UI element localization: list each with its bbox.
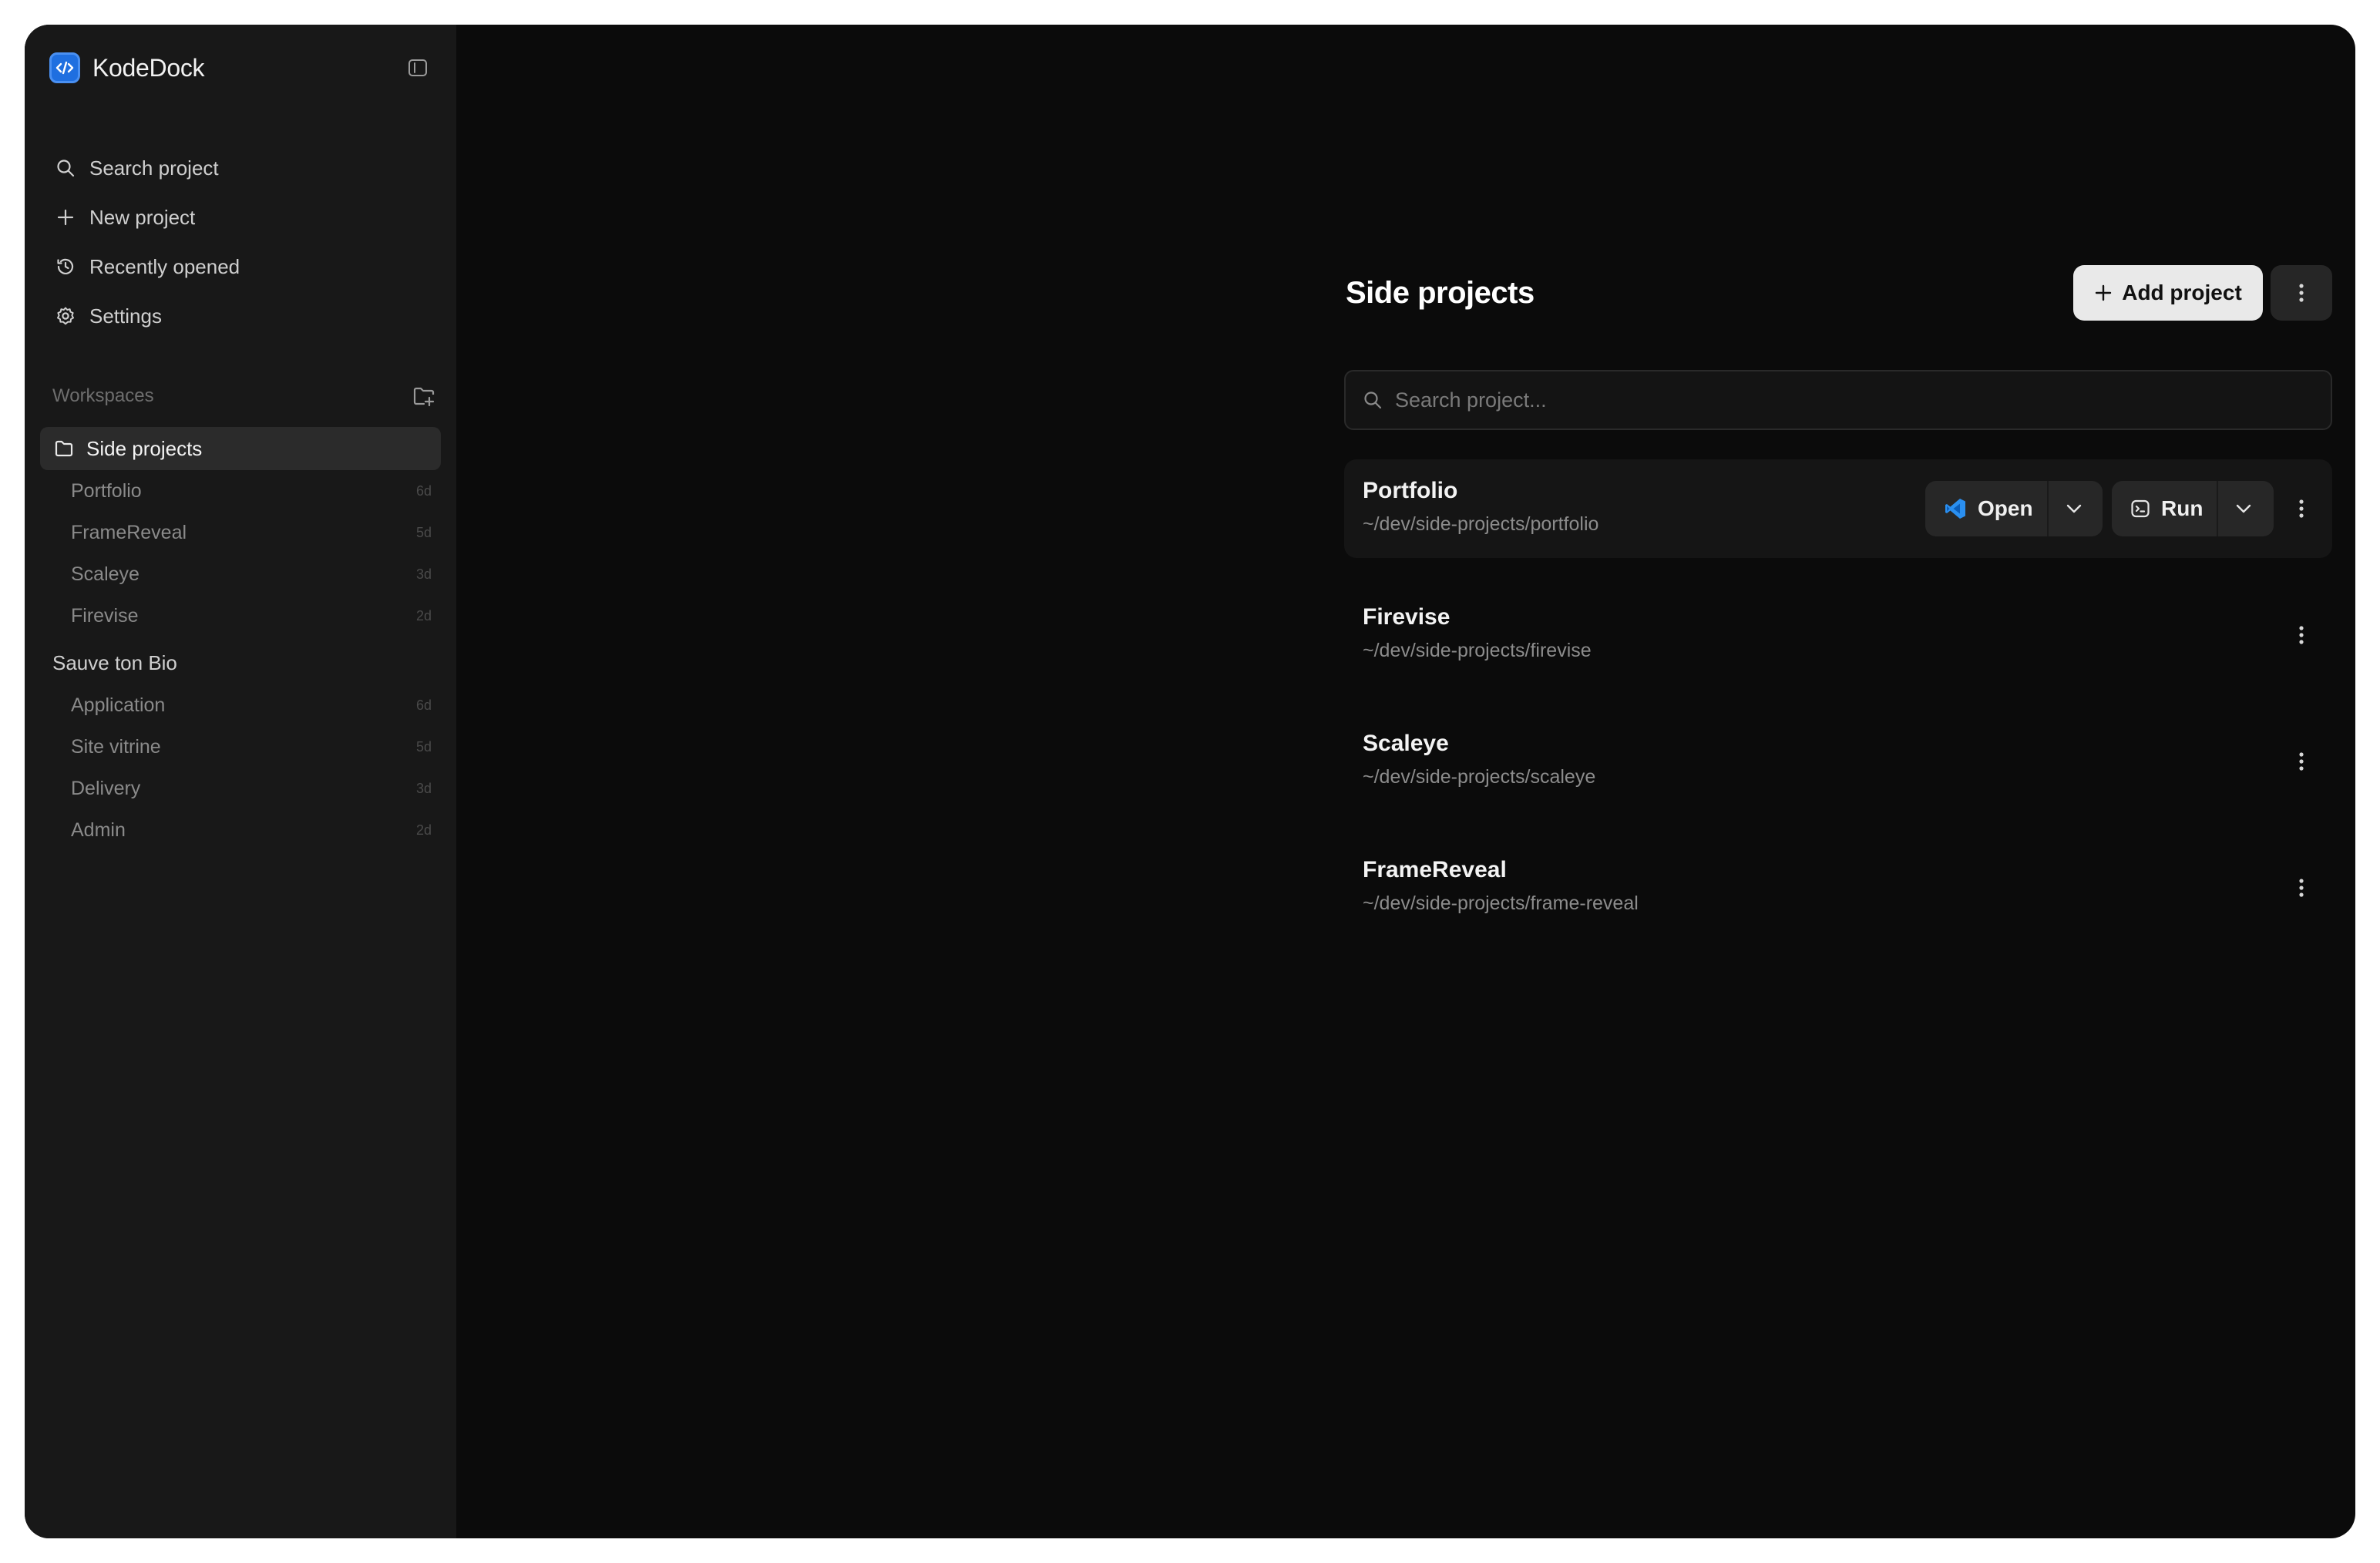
- more-options-icon[interactable]: [2283, 743, 2320, 780]
- project-label: Delivery: [71, 777, 141, 799]
- sidebar-toggle-icon[interactable]: [402, 52, 433, 83]
- nav-search-project[interactable]: Search project: [40, 143, 441, 193]
- project-name: Scaleye: [1363, 731, 1449, 756]
- workspace-project-item[interactable]: Delivery 3d: [40, 768, 441, 809]
- search-input[interactable]: [1393, 387, 2244, 413]
- project-path: ~/dev/side-projects/portfolio: [1363, 513, 1599, 535]
- project-label: Admin: [71, 818, 126, 841]
- project-age: 2d: [415, 607, 432, 624]
- sidebar-nav: Search project New project Recently open…: [40, 143, 441, 341]
- more-options-icon[interactable]: [2283, 869, 2320, 906]
- project-row[interactable]: Scaleye ~/dev/side-projects/scaleye: [1344, 712, 2332, 811]
- run-label: Run: [2161, 496, 2204, 520]
- nav-settings[interactable]: Settings: [40, 291, 441, 341]
- plus-icon: [2094, 284, 2113, 302]
- gear-icon: [54, 304, 77, 328]
- more-options-icon[interactable]: [2271, 265, 2332, 321]
- search-icon: [1363, 390, 1383, 410]
- project-age: 5d: [415, 738, 432, 755]
- workspace-project-item[interactable]: Admin 2d: [40, 809, 441, 851]
- project-row[interactable]: Firevise ~/dev/side-projects/firevise: [1344, 586, 2332, 684]
- more-options-icon[interactable]: [2283, 490, 2320, 527]
- project-row[interactable]: Portfolio ~/dev/side-projects/portfolio …: [1344, 459, 2332, 558]
- main-content: Side projects Add project Portfolio ~/de…: [456, 25, 2355, 1538]
- open-label: Open: [1978, 496, 2033, 520]
- workspace-project-item[interactable]: Firevise 2d: [40, 595, 441, 637]
- project-age: 6d: [415, 697, 432, 713]
- project-list: Portfolio ~/dev/side-projects/portfolio …: [1344, 459, 2332, 965]
- workspace-project-item[interactable]: Application 6d: [40, 684, 441, 726]
- chevron-down-icon[interactable]: [2218, 481, 2269, 536]
- search-icon: [54, 156, 77, 180]
- nav-recently-opened[interactable]: Recently opened: [40, 242, 441, 291]
- project-label: Application: [71, 694, 166, 716]
- project-name: Portfolio: [1363, 478, 1458, 503]
- page-title: Side projects: [1346, 276, 1535, 310]
- nav-label: Search project: [89, 156, 219, 180]
- project-name: FrameReveal: [1363, 857, 1507, 882]
- project-label: Portfolio: [71, 479, 142, 502]
- add-folder-icon[interactable]: [410, 382, 438, 410]
- nav-label: New project: [89, 205, 196, 229]
- workspace-groups: Side projects Portfolio 6d FrameReveal 5…: [40, 427, 441, 851]
- project-age: 3d: [415, 780, 432, 796]
- project-age: 3d: [415, 566, 432, 582]
- code-logo-icon: [49, 52, 80, 83]
- folder-icon: [52, 437, 76, 460]
- workspace-label: Side projects: [86, 436, 203, 460]
- brand[interactable]: KodeDock: [49, 51, 205, 85]
- terminal-icon: [2130, 499, 2150, 519]
- project-label: Firevise: [71, 604, 139, 627]
- project-label: FrameReveal: [71, 521, 187, 543]
- workspaces-title: Workspaces: [52, 385, 154, 406]
- project-search[interactable]: [1344, 370, 2332, 430]
- run-split-button: Run: [2112, 481, 2274, 536]
- project-age: 6d: [415, 482, 432, 499]
- vscode-icon: [1944, 497, 1967, 520]
- workspace-project-item[interactable]: Site vitrine 5d: [40, 726, 441, 768]
- project-label: Site vitrine: [71, 735, 161, 758]
- more-options-icon[interactable]: [2283, 617, 2320, 654]
- workspace-label: Sauve ton Bio: [52, 650, 177, 674]
- project-name: Firevise: [1363, 604, 1451, 630]
- project-age: 2d: [415, 822, 432, 838]
- workspace-project-item[interactable]: Portfolio 6d: [40, 470, 441, 512]
- workspace-project-item[interactable]: FrameReveal 5d: [40, 512, 441, 553]
- add-project-label: Add project: [2122, 281, 2242, 304]
- run-button[interactable]: Run: [2112, 481, 2217, 536]
- chevron-down-icon[interactable]: [2049, 481, 2099, 536]
- open-split-button: Open: [1925, 481, 2103, 536]
- project-row[interactable]: FrameReveal ~/dev/side-projects/frame-re…: [1344, 839, 2332, 937]
- workspace-side-projects[interactable]: Side projects: [40, 427, 441, 470]
- nav-new-project[interactable]: New project: [40, 193, 441, 242]
- history-icon: [54, 255, 77, 278]
- add-project-button[interactable]: Add project: [2073, 265, 2263, 321]
- app-window: KodeDock Search project New project Rece…: [25, 25, 2355, 1538]
- project-age: 5d: [415, 524, 432, 540]
- open-button[interactable]: Open: [1925, 481, 2047, 536]
- project-path: ~/dev/side-projects/scaleye: [1363, 766, 1596, 788]
- plus-icon: [54, 206, 77, 229]
- project-path: ~/dev/side-projects/frame-reveal: [1363, 892, 1639, 914]
- sidebar: KodeDock Search project New project Rece…: [25, 25, 456, 1538]
- project-path: ~/dev/side-projects/firevise: [1363, 640, 1592, 661]
- app-name: KodeDock: [92, 53, 205, 82]
- nav-label: Settings: [89, 304, 162, 328]
- project-label: Scaleye: [71, 563, 140, 585]
- nav-label: Recently opened: [89, 254, 240, 278]
- workspaces-header: Workspaces: [52, 371, 441, 421]
- workspace-project-item[interactable]: Scaleye 3d: [40, 553, 441, 595]
- workspace-sauve-ton-bio[interactable]: Sauve ton Bio: [40, 641, 441, 684]
